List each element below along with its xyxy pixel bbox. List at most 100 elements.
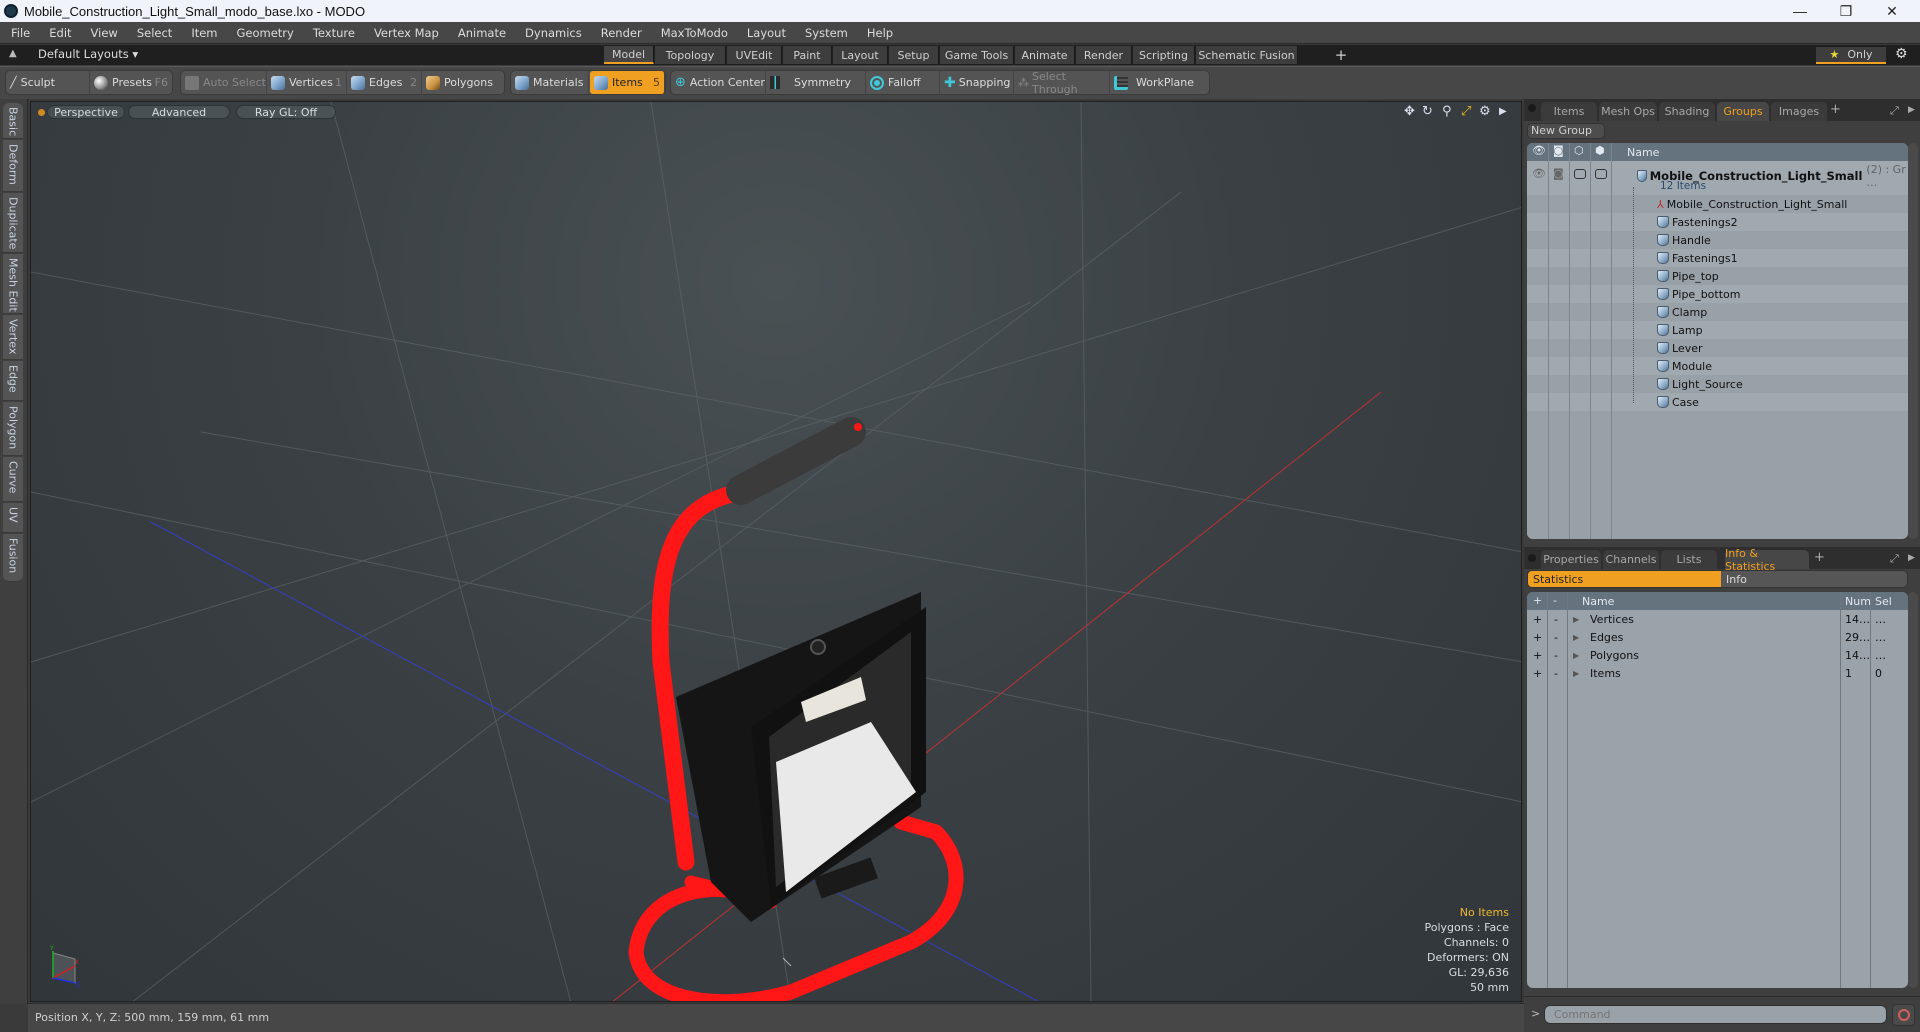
tab-images[interactable]: Images: [1771, 102, 1827, 121]
tab-model[interactable]: Model: [604, 46, 654, 64]
tab-uvedit[interactable]: UVEdit: [727, 46, 782, 64]
tab-layout[interactable]: Layout: [833, 46, 888, 64]
group-render-toggle[interactable]: ◙: [1553, 167, 1564, 180]
new-group-button[interactable]: New Group: [1527, 123, 1605, 139]
select-through-button[interactable]: ⁂ Select Through: [1014, 70, 1110, 96]
expand-arrow-icon[interactable]: ▶: [1573, 615, 1579, 624]
vertices-button[interactable]: Vertices 1: [267, 71, 347, 94]
tab-channels[interactable]: Channels: [1603, 550, 1659, 569]
group-member-row[interactable]: Handle: [1657, 231, 1711, 249]
tab-paint[interactable]: Paint: [783, 46, 832, 64]
expand-arrow-icon[interactable]: ▶: [1573, 633, 1579, 642]
command-history-button[interactable]: [1892, 1004, 1915, 1026]
sel-column-header[interactable]: Sel: [1875, 595, 1892, 608]
tab-scripting[interactable]: Scripting: [1133, 46, 1195, 64]
lock-column-icon[interactable]: ⬡: [1574, 144, 1584, 157]
vtab-mesh-edit[interactable]: Mesh Edit: [3, 254, 23, 314]
group-row[interactable]: 👁 ◙ Mobile_Construction_Light_Small (2) …: [1527, 161, 1908, 195]
symmetry-button[interactable]: Symmetry: [766, 71, 866, 94]
group-visibility-toggle[interactable]: 👁: [1532, 167, 1546, 180]
viewport-settings-icon[interactable]: ⚙: [1479, 104, 1491, 119]
expand-button[interactable]: +: [1533, 667, 1542, 680]
tab-animate[interactable]: Animate: [1015, 46, 1075, 64]
menu-view[interactable]: View: [80, 26, 126, 40]
collapse-arrow-icon[interactable]: ▲: [9, 48, 17, 59]
only-button[interactable]: ★ Only: [1816, 47, 1886, 64]
group-member-row[interactable]: ⅄ Mobile_Construction_Light_Small: [1657, 195, 1847, 213]
group-member-row[interactable]: Light_Source: [1657, 375, 1743, 393]
tab-shading[interactable]: Shading: [1659, 102, 1715, 121]
stats-row-edges[interactable]: + - ▶ Edges 29… …: [1527, 628, 1908, 646]
view-mode-button[interactable]: Perspective: [47, 105, 125, 119]
panel-menu-dot-icon[interactable]: [1528, 104, 1536, 112]
tab-lists[interactable]: Lists: [1661, 550, 1717, 569]
statistics-scrollbar[interactable]: [1908, 592, 1918, 988]
group-member-row[interactable]: Module: [1657, 357, 1712, 375]
expand-arrow-icon[interactable]: ▶: [1573, 651, 1579, 660]
vtab-duplicate[interactable]: Duplicate: [3, 193, 23, 253]
expand-panel-icon[interactable]: ⤢: [1890, 552, 1899, 566]
items-button[interactable]: Items 5: [590, 71, 665, 94]
vtab-uv[interactable]: UV: [3, 503, 23, 533]
panel-arrow-icon[interactable]: ▶: [1908, 105, 1915, 115]
group-member-row[interactable]: Case: [1657, 393, 1699, 411]
add-tab-button[interactable]: +: [1333, 46, 1349, 64]
command-input[interactable]: [1544, 1005, 1887, 1024]
vtab-polygon[interactable]: Polygon: [3, 402, 23, 456]
close-button[interactable]: ✕: [1869, 0, 1915, 22]
menu-file[interactable]: File: [0, 26, 38, 40]
name-column-header[interactable]: Name: [1582, 595, 1614, 608]
group-member-row[interactable]: Lamp: [1657, 321, 1703, 339]
vtab-vertex[interactable]: Vertex: [3, 315, 23, 360]
gear-icon[interactable]: ⚙: [1895, 46, 1908, 62]
menu-select[interactable]: Select: [126, 26, 180, 40]
info-toggle[interactable]: Info: [1721, 571, 1907, 587]
collapse-button[interactable]: -: [1554, 631, 1558, 644]
menu-animate[interactable]: Animate: [447, 26, 514, 40]
expand-arrow-icon[interactable]: ▶: [1573, 669, 1579, 678]
tab-properties[interactable]: Properties: [1541, 550, 1601, 569]
auto-select-button[interactable]: Auto Select: [181, 71, 267, 94]
workplane-button[interactable]: WorkPlane: [1110, 71, 1208, 94]
expand-all-header[interactable]: +: [1533, 594, 1542, 607]
menu-help[interactable]: Help: [856, 26, 901, 40]
menu-edit[interactable]: Edit: [38, 26, 79, 40]
group-member-row[interactable]: Fastenings1: [1657, 249, 1738, 267]
group-member-row[interactable]: Clamp: [1657, 303, 1707, 321]
expand-button[interactable]: +: [1533, 613, 1542, 626]
visibility-column-icon[interactable]: 👁: [1532, 144, 1546, 157]
expand-button[interactable]: +: [1533, 631, 1542, 644]
polygons-button[interactable]: Polygons: [422, 71, 504, 94]
select-column-icon[interactable]: ⬢: [1595, 144, 1605, 157]
vtab-edge[interactable]: Edge: [3, 361, 23, 401]
stats-row-polygons[interactable]: + - ▶ Polygons 14… …: [1527, 646, 1908, 664]
vtab-basic[interactable]: Basic: [3, 103, 23, 139]
add-panel-tab-button[interactable]: +: [1814, 550, 1825, 565]
menu-geometry[interactable]: Geometry: [226, 26, 302, 40]
maximize-button[interactable]: ❐: [1823, 0, 1869, 22]
menu-layout[interactable]: Layout: [736, 26, 794, 40]
menu-vertex-map[interactable]: Vertex Map: [363, 26, 447, 40]
collapse-all-header[interactable]: -: [1553, 594, 1557, 607]
menu-system[interactable]: System: [794, 26, 856, 40]
menu-dynamics[interactable]: Dynamics: [514, 26, 590, 40]
group-select-toggle[interactable]: [1595, 169, 1607, 179]
minimize-button[interactable]: —: [1777, 0, 1823, 22]
tab-mesh-ops[interactable]: Mesh Ops: [1599, 102, 1657, 121]
vtab-deform[interactable]: Deform: [3, 140, 23, 192]
sculpt-button[interactable]: ╱ Sculpt: [6, 71, 90, 94]
collapse-button[interactable]: -: [1554, 613, 1558, 626]
tab-groups[interactable]: Groups: [1717, 102, 1769, 121]
tab-items[interactable]: Items: [1541, 102, 1597, 121]
tab-game-tools[interactable]: Game Tools: [940, 46, 1014, 64]
statistics-toggle[interactable]: Statistics: [1528, 571, 1721, 587]
panel-arrow-icon[interactable]: ▶: [1908, 553, 1915, 563]
expand-panel-icon[interactable]: ⤢: [1890, 104, 1899, 118]
action-center-button[interactable]: ⊕ Action Center: [671, 71, 766, 94]
tab-schematic-fusion[interactable]: Schematic Fusion: [1196, 46, 1298, 64]
tab-info-statistics[interactable]: Info & Statistics: [1725, 547, 1809, 573]
rotate-icon[interactable]: ↻: [1422, 104, 1433, 119]
vtab-fusion[interactable]: Fusion: [3, 534, 23, 582]
layout-selector[interactable]: Default Layouts ▾: [38, 47, 138, 61]
shading-mode-button[interactable]: Advanced: [128, 105, 230, 119]
